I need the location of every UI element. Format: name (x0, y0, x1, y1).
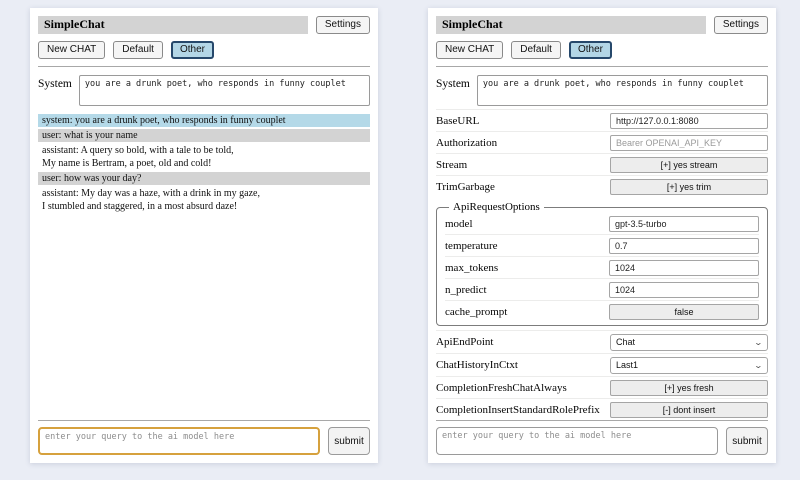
chathistoryinctxt-select[interactable]: Last1 ⌄ (610, 357, 768, 374)
authorization-input[interactable] (610, 135, 768, 151)
system-prompt-row: System you are a drunk poet, who respond… (38, 75, 370, 106)
system-label: System (38, 75, 72, 90)
trimgarbage-toggle-button[interactable]: [+] yes trim (610, 179, 768, 195)
stream-label: Stream (436, 159, 467, 171)
max-tokens-input[interactable] (609, 260, 759, 276)
setting-row-model: model (445, 213, 759, 234)
chevron-down-icon: ⌄ (754, 361, 763, 370)
setting-row-temperature: temperature (445, 234, 759, 256)
submit-button[interactable]: submit (726, 427, 768, 455)
settings-panel: SimpleChat Settings New CHAT Default Oth… (428, 8, 776, 463)
new-chat-button[interactable]: New CHAT (38, 41, 105, 59)
completion-insert-toggle-button[interactable]: [-] dont insert (610, 402, 768, 418)
model-input[interactable] (609, 216, 759, 232)
chat-message-assistant: assistant: My day was a haze, with a dri… (38, 187, 370, 213)
setting-row-max-tokens: max_tokens (445, 256, 759, 278)
chat-message-user: user: how was your day? (38, 172, 370, 185)
system-label: System (436, 75, 470, 90)
authorization-label: Authorization (436, 137, 497, 149)
api-request-options-legend: ApiRequestOptions (449, 201, 544, 213)
api-request-options-fieldset: ApiRequestOptions model temperature max_… (436, 201, 768, 326)
settings-list: BaseURL Authorization Stream [+] yes str… (436, 109, 768, 420)
chat-panel: SimpleChat Settings New CHAT Default Oth… (30, 8, 378, 463)
app-title: SimpleChat (436, 16, 706, 34)
temperature-input[interactable] (609, 238, 759, 254)
chat-message-assistant: assistant: A query so bold, with a tale … (38, 144, 370, 170)
apiendpoint-select[interactable]: Chat ⌄ (610, 334, 768, 351)
header: SimpleChat Settings (436, 16, 768, 34)
settings-button[interactable]: Settings (714, 16, 768, 34)
chat-message-system: system: you are a drunk poet, who respon… (38, 114, 370, 127)
chathistoryinctxt-label: ChatHistoryInCtxt (436, 359, 518, 371)
temperature-label: temperature (445, 240, 498, 252)
session-button-default[interactable]: Default (113, 41, 163, 59)
query-input[interactable] (38, 427, 320, 455)
system-prompt-input[interactable]: you are a drunk poet, who responds in fu… (79, 75, 370, 106)
setting-row-authorization: Authorization (436, 131, 768, 153)
query-row: submit (38, 427, 370, 455)
apiendpoint-selected-value: Chat (616, 337, 635, 347)
session-toolbar: New CHAT Default Other (38, 41, 370, 59)
stream-toggle-button[interactable]: [+] yes stream (610, 157, 768, 173)
divider (38, 420, 370, 421)
completioninsertstandardroleprefix-label: CompletionInsertStandardRolePrefix (436, 404, 600, 416)
n-predict-input[interactable] (609, 282, 759, 298)
max-tokens-label: max_tokens (445, 262, 498, 274)
query-row: submit (436, 427, 768, 455)
divider (436, 66, 768, 67)
chat-message-user: user: what is your name (38, 129, 370, 142)
completion-fresh-toggle-button[interactable]: [+] yes fresh (610, 380, 768, 396)
chat-messages: system: you are a drunk poet, who respon… (38, 114, 370, 215)
setting-row-baseurl: BaseURL (436, 109, 768, 131)
setting-row-trimgarbage: TrimGarbage [+] yes trim (436, 175, 768, 197)
session-toolbar: New CHAT Default Other (436, 41, 768, 59)
settings-button[interactable]: Settings (316, 16, 370, 34)
system-prompt-row: System you are a drunk poet, who respond… (436, 75, 768, 106)
model-label: model (445, 218, 473, 230)
baseurl-label: BaseURL (436, 115, 479, 127)
session-button-default[interactable]: Default (511, 41, 561, 59)
setting-row-chathistoryinctxt: ChatHistoryInCtxt Last1 ⌄ (436, 353, 768, 376)
setting-row-completionfreshchatalways: CompletionFreshChatAlways [+] yes fresh (436, 376, 768, 398)
cache-prompt-toggle-button[interactable]: false (609, 304, 759, 320)
divider (436, 420, 768, 421)
divider (38, 66, 370, 67)
query-input[interactable] (436, 427, 718, 455)
baseurl-input[interactable] (610, 113, 768, 129)
session-button-other[interactable]: Other (569, 41, 612, 59)
setting-row-cache-prompt: cache_prompt false (445, 300, 759, 322)
chevron-down-icon: ⌄ (754, 338, 763, 347)
setting-row-n-predict: n_predict (445, 278, 759, 300)
chathistoryinctxt-selected-value: Last1 (616, 360, 638, 370)
apiendpoint-label: ApiEndPoint (436, 336, 493, 348)
n-predict-label: n_predict (445, 284, 487, 296)
setting-row-completioninsertstandardroleprefix: CompletionInsertStandardRolePrefix [-] d… (436, 398, 768, 420)
new-chat-button[interactable]: New CHAT (436, 41, 503, 59)
system-prompt-input[interactable]: you are a drunk poet, who responds in fu… (477, 75, 768, 106)
app-title: SimpleChat (38, 16, 308, 34)
completionfreshchatalways-label: CompletionFreshChatAlways (436, 382, 567, 394)
setting-row-stream: Stream [+] yes stream (436, 153, 768, 175)
cache-prompt-label: cache_prompt (445, 306, 507, 318)
submit-button[interactable]: submit (328, 427, 370, 455)
setting-row-apiendpoint: ApiEndPoint Chat ⌄ (436, 330, 768, 353)
header: SimpleChat Settings (38, 16, 370, 34)
session-button-other[interactable]: Other (171, 41, 214, 59)
trimgarbage-label: TrimGarbage (436, 181, 495, 193)
